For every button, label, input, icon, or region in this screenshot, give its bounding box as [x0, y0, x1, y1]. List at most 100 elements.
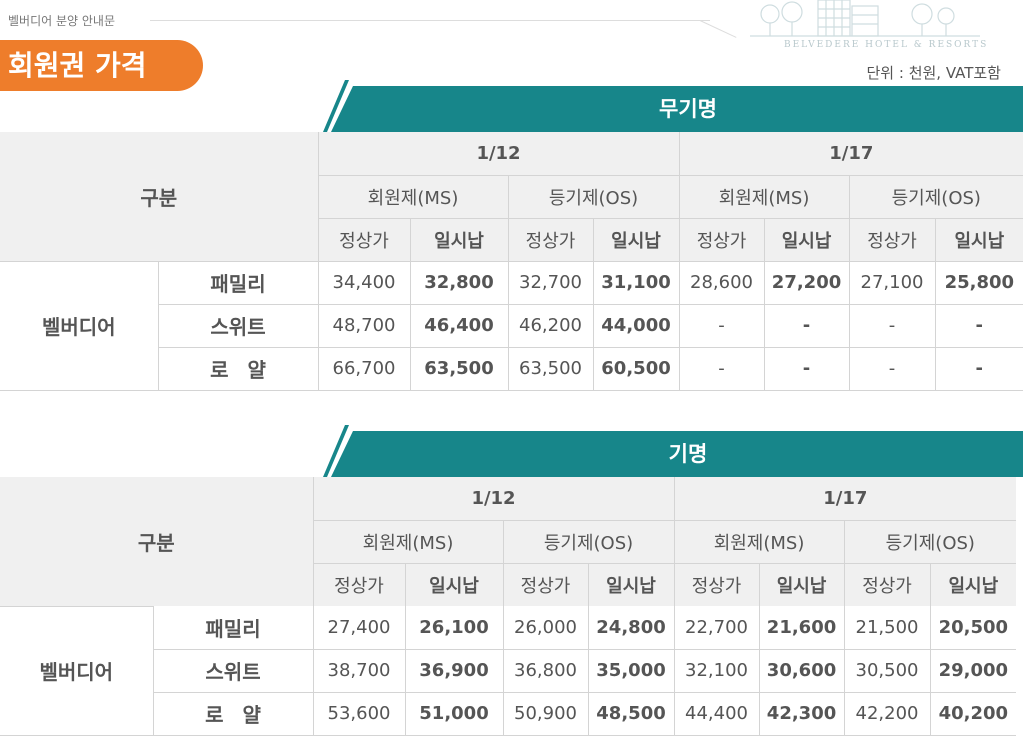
price-cell: 25,800: [934, 260, 1023, 304]
price-cell: 28,600: [678, 260, 765, 304]
type-header: 등기제(OS): [848, 175, 1023, 219]
header-row-dates: 구분 1/12 1/17: [0, 132, 1023, 261]
price-cell: 48,500: [587, 691, 675, 736]
price-cell: 24,800: [587, 606, 675, 649]
type-header: 등기제(OS): [843, 520, 1017, 564]
price-cell: 38,700: [312, 648, 405, 692]
table-row: 스위트 38,700 36,900 36,800 35,000 32,100 3…: [0, 648, 1017, 692]
price-cell: 31,100: [592, 260, 680, 304]
room-type-cell: 스위트: [152, 648, 313, 692]
type-header: 회원제(MS): [312, 520, 503, 564]
header-divider: [150, 20, 710, 21]
type-header: 등기제(OS): [502, 520, 675, 564]
price-section-named: 기명 구분 1/12 1/17 회원제(MS) 등기제(OS) 회원제(MS) …: [0, 425, 1023, 736]
price-cell: 30,600: [758, 648, 845, 692]
price-cell: 63,500: [507, 346, 593, 391]
section-tab-label: 무기명: [659, 97, 717, 121]
document-caption: 벨버디어 분양 안내문: [8, 14, 115, 28]
price-cell: 60,500: [592, 346, 680, 391]
logo-text: BELVEDERE HOTEL & RESORTS: [784, 40, 989, 50]
price-cell: 48,700: [317, 303, 410, 347]
price-cell: 44,400: [673, 691, 760, 736]
room-type-cell: 로 얄: [157, 346, 318, 391]
table-row: 벨버디어 패밀리 27,400 26,100 26,000 24,800 22,…: [0, 605, 1017, 736]
price-cell: 66,700: [317, 346, 410, 391]
section-tab: 기명: [323, 425, 1023, 477]
header-row-dates: 구분 1/12 1/17: [0, 477, 1017, 606]
price-cell: 53,600: [312, 691, 405, 736]
room-type-cell: 스위트: [157, 303, 318, 347]
brand-cell: 벨버디어: [0, 605, 153, 736]
group-header: 구분: [0, 132, 318, 261]
price-cell: 46,200: [507, 303, 593, 347]
price-label-regular: 정상가: [507, 218, 593, 261]
price-label-lumpsum: 일시납: [404, 563, 503, 606]
price-cell: -: [848, 303, 936, 347]
price-cell: 22,700: [673, 606, 760, 649]
date-header: 1/12: [312, 477, 675, 521]
price-label-regular: 정상가: [848, 218, 936, 261]
price-cell: 27,400: [312, 606, 405, 649]
room-type-cell: 패밀리: [152, 606, 313, 649]
price-cell: 44,000: [592, 303, 680, 347]
brand-cell: 벨버디어: [0, 260, 158, 391]
price-cell: 63,500: [409, 346, 508, 391]
price-cell: -: [763, 346, 850, 391]
price-cell: 27,100: [848, 260, 936, 304]
price-cell: 42,200: [843, 691, 931, 736]
section-tab-label: 기명: [668, 442, 708, 466]
price-cell: -: [678, 346, 765, 391]
table-row: 로 얄 53,600 51,000 50,900 48,500 44,400 4…: [0, 691, 1017, 736]
type-header: 회원제(MS): [678, 175, 850, 219]
price-label-lumpsum: 일시납: [758, 563, 845, 606]
price-label-lumpsum: 일시납: [934, 218, 1023, 261]
date-header: 1/12: [317, 132, 680, 176]
price-cell: 29,000: [929, 648, 1017, 692]
price-cell: 50,900: [502, 691, 588, 736]
price-cell: -: [678, 303, 765, 347]
price-cell: -: [934, 303, 1023, 347]
price-label-regular: 정상가: [317, 218, 410, 261]
price-cell: 40,200: [929, 691, 1017, 736]
date-header: 1/17: [673, 477, 1017, 521]
price-label-lumpsum: 일시납: [763, 218, 850, 261]
price-label-regular: 정상가: [312, 563, 405, 606]
price-label-lumpsum: 일시납: [587, 563, 675, 606]
price-cell: 26,100: [404, 606, 503, 649]
table-row: 벨버디어 패밀리 34,400 32,800 32,700 31,100 28,…: [0, 260, 1023, 391]
price-cell: 51,000: [404, 691, 503, 736]
price-cell: 26,000: [502, 606, 588, 649]
price-cell: 27,200: [763, 260, 850, 304]
price-label-lumpsum: 일시납: [929, 563, 1017, 606]
price-table: 구분 1/12 1/17 회원제(MS) 등기제(OS) 회원제(MS) 등기제…: [0, 132, 1023, 391]
price-label-lumpsum: 일시납: [592, 218, 680, 261]
room-type-cell: 로 얄: [152, 691, 313, 736]
type-header: 회원제(MS): [673, 520, 845, 564]
price-cell: 36,800: [502, 648, 588, 692]
price-table: 구분 1/12 1/17 회원제(MS) 등기제(OS) 회원제(MS) 등기제…: [0, 477, 1017, 736]
price-cell: 36,900: [404, 648, 503, 692]
date-header: 1/17: [678, 132, 1023, 176]
price-label-lumpsum: 일시납: [409, 218, 508, 261]
price-label-regular: 정상가: [678, 218, 765, 261]
header-divider-slant: [699, 20, 737, 38]
price-cell: 35,000: [587, 648, 675, 692]
price-section-anonymous: 무기명 구분 1/12 1/17 회원제(MS) 등기제(OS) 회원제(MS)…: [0, 80, 1023, 391]
price-cell: 32,800: [409, 260, 508, 304]
price-cell: -: [934, 346, 1023, 391]
price-label-regular: 정상가: [502, 563, 588, 606]
price-cell: 32,100: [673, 648, 760, 692]
price-label-regular: 정상가: [673, 563, 760, 606]
price-cell: 34,400: [317, 260, 410, 304]
room-type-cell: 패밀리: [157, 260, 318, 304]
type-header: 회원제(MS): [317, 175, 508, 219]
price-cell: 42,300: [758, 691, 845, 736]
price-cell: 32,700: [507, 260, 593, 304]
price-label-regular: 정상가: [843, 563, 931, 606]
price-cell: 30,500: [843, 648, 931, 692]
price-cell: 21,500: [843, 606, 931, 649]
price-cell: 20,500: [929, 606, 1017, 649]
price-cell: 21,600: [758, 606, 845, 649]
price-cell: 46,400: [409, 303, 508, 347]
price-cell: -: [848, 346, 936, 391]
